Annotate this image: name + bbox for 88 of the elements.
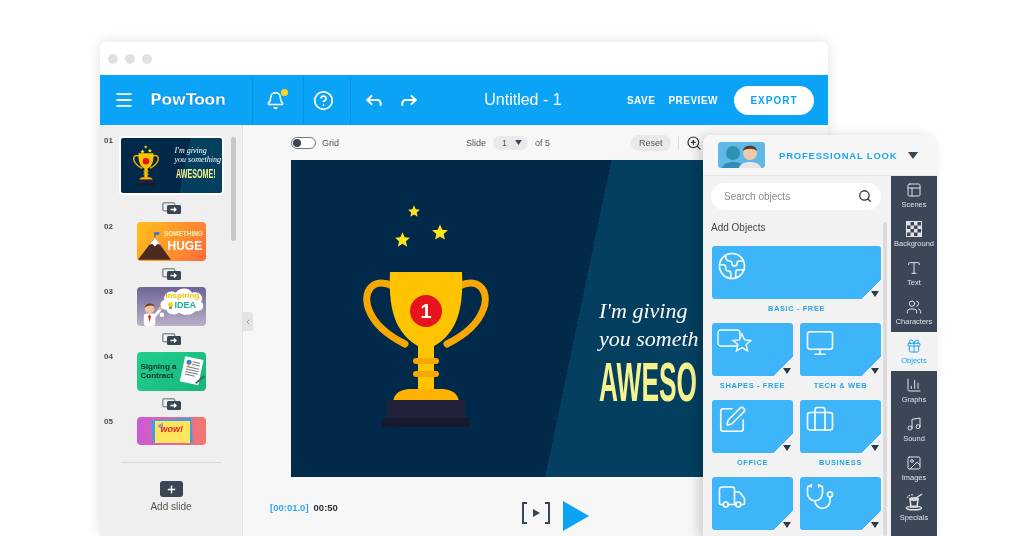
slide-text: wow!	[160, 425, 183, 434]
pen-icon	[717, 405, 747, 435]
duration: 00:50	[313, 502, 338, 514]
caret-icon	[515, 140, 523, 145]
search-icon[interactable]	[858, 189, 872, 203]
object-category-tile[interactable]	[712, 400, 793, 453]
window-dot-icon	[142, 53, 152, 64]
chevron-left-icon	[244, 317, 252, 326]
object-category-tile[interactable]	[712, 246, 881, 299]
slide-text: Contract	[140, 372, 174, 380]
menu-icon[interactable]	[114, 90, 134, 110]
slide-count: of 5	[535, 137, 551, 148]
current-time: [00:01.0]	[270, 502, 309, 514]
reset-button[interactable]: Reset	[631, 134, 671, 151]
slide-number: 03	[104, 287, 114, 296]
slide-thumbnail[interactable]: Signing a Contract	[136, 352, 206, 391]
scrollbar-thumb[interactable]	[231, 137, 236, 241]
slide-number: 01	[104, 136, 114, 145]
object-category-tile[interactable]	[712, 477, 793, 530]
slide-text: I'm giving	[174, 147, 207, 155]
checkerboard-icon	[906, 221, 922, 237]
slide-text: AWESOME!	[175, 167, 216, 180]
monitor-icon	[805, 328, 835, 358]
globe-icon	[717, 251, 747, 281]
people-icon	[906, 299, 922, 315]
stethoscope-icon	[805, 482, 835, 512]
caret-icon[interactable]	[783, 445, 791, 451]
star-icon	[395, 232, 410, 247]
image-icon	[906, 455, 922, 471]
star-icon	[408, 205, 420, 217]
slide-label: Slide	[466, 137, 486, 148]
play-scene-icon[interactable]	[521, 502, 551, 524]
light-bulb-icon	[167, 302, 173, 309]
object-category-tile[interactable]	[712, 323, 793, 376]
search-field[interactable]: Search objects	[711, 183, 881, 210]
caret-icon[interactable]	[871, 445, 879, 451]
slide-number: 04	[104, 352, 114, 361]
object-category-tile[interactable]	[800, 400, 881, 453]
duplicate-slide-icon[interactable]	[161, 202, 181, 214]
slide-text: Inspiring	[165, 292, 200, 300]
slide-thumbnail[interactable]: I'm giving you something AWESOME!	[118, 136, 224, 195]
slide-number: 02	[104, 222, 114, 231]
play-icon[interactable]	[563, 501, 589, 531]
object-category-tile[interactable]	[800, 323, 881, 376]
slide-text: SOMETHING	[163, 230, 203, 238]
caret-icon[interactable]	[871, 291, 879, 297]
window-dot-icon	[108, 53, 118, 64]
section-heading: Add Objects	[711, 222, 766, 234]
add-slide-button[interactable]	[159, 481, 183, 497]
caret-icon[interactable]	[871, 522, 879, 528]
grid-label: Grid	[322, 137, 339, 148]
duplicate-slide-icon[interactable]	[161, 268, 181, 280]
paper-drawing	[148, 417, 195, 443]
text-icon	[906, 260, 922, 276]
slide-number: 05	[104, 417, 114, 426]
slide-text: you someth	[599, 325, 699, 353]
duplicate-slide-icon[interactable]	[161, 398, 181, 410]
slide-text: HUGE	[167, 240, 203, 252]
help-icon[interactable]	[312, 89, 334, 111]
slide-text: I'm giving	[599, 297, 688, 325]
caret-icon[interactable]	[783, 522, 791, 528]
caret-icon[interactable]	[871, 368, 879, 374]
bell-icon[interactable]	[265, 90, 285, 110]
star-icon	[432, 224, 448, 240]
add-slide-label: Add slide	[150, 501, 192, 513]
slide-text: you something	[174, 156, 221, 164]
medal-number: 1	[420, 300, 432, 322]
slide-text: Signing a	[140, 363, 177, 371]
layout-icon	[906, 182, 922, 198]
object-category-tile[interactable]	[800, 477, 881, 530]
slide-dropdown[interactable]: 1	[493, 135, 529, 150]
music-note-icon	[906, 416, 922, 432]
slide-text: IDEA	[174, 301, 196, 310]
plus-icon	[165, 483, 177, 495]
trophy-drawing	[132, 144, 159, 186]
slide-headline: AWESO	[599, 359, 697, 405]
caret-icon[interactable]	[783, 368, 791, 374]
gift-icon	[906, 338, 922, 354]
zoom-in-icon[interactable]	[685, 134, 702, 151]
bar-chart-icon	[906, 377, 922, 393]
slide-thumbnail[interactable]: wow!	[136, 417, 206, 445]
window-dot-icon	[125, 53, 135, 64]
duplicate-slide-icon[interactable]	[161, 333, 181, 345]
avatar-icon	[718, 142, 765, 168]
grid-toggle[interactable]	[291, 136, 316, 149]
magic-hat-icon	[905, 493, 923, 511]
caret-icon	[908, 151, 918, 159]
document-title: Untitled - 1	[483, 91, 563, 109]
